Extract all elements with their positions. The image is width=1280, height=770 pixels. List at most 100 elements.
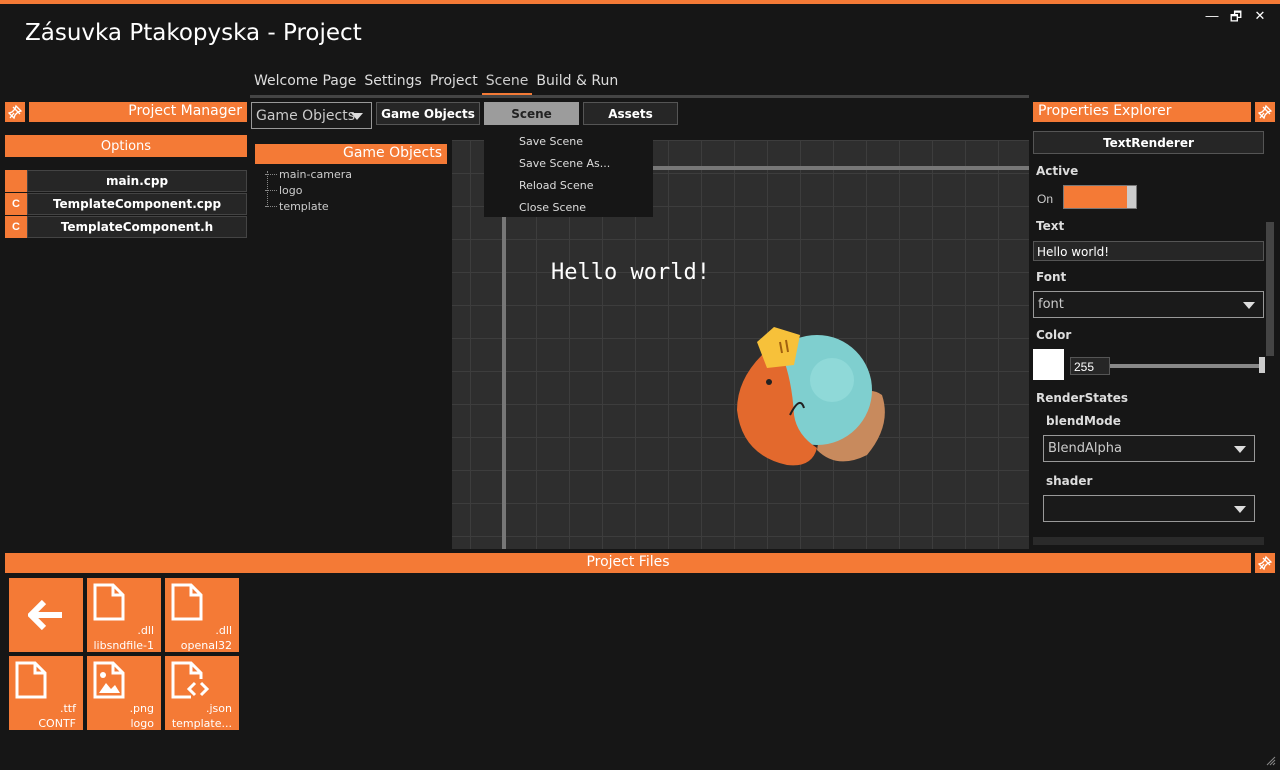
tab-game-objects[interactable]: Game Objects — [376, 102, 480, 125]
file-lang-badge: C — [5, 193, 27, 215]
chevron-down-icon — [1234, 445, 1246, 453]
properties-scrollbar[interactable] — [1266, 222, 1274, 356]
shader-select[interactable] — [1043, 495, 1255, 522]
file-name[interactable]: main.cpp — [27, 170, 247, 192]
menu-settings[interactable]: Settings — [360, 71, 425, 96]
pin-icon[interactable] — [1255, 553, 1275, 573]
pin-icon[interactable] — [1255, 102, 1275, 122]
active-value: On — [1037, 192, 1054, 206]
shader-label: shader — [1046, 474, 1093, 488]
window-title: Zásuvka Ptakopyska - Project — [25, 20, 362, 46]
file-name: openal32 — [180, 639, 232, 652]
file-name: template... — [171, 717, 232, 730]
tree-item[interactable]: main-camera — [265, 166, 352, 182]
font-label: Font — [1036, 270, 1067, 284]
file-ext: .json — [206, 702, 232, 715]
view-select[interactable]: Game Objects — [251, 102, 372, 129]
file-tile[interactable]: .dll openal32 — [165, 578, 239, 652]
text-label: Text — [1036, 219, 1065, 233]
project-manager-header: Project Manager — [29, 102, 247, 122]
hello-world-text[interactable]: Hello world! — [551, 260, 710, 285]
main-menu-bar: Welcome Page Settings Project Scene Buil… — [250, 71, 622, 96]
component-header[interactable]: TextRenderer — [1033, 131, 1264, 154]
minimize-button[interactable]: — — [1204, 8, 1220, 23]
menu-item-reload-scene[interactable]: Reload Scene — [484, 174, 653, 196]
blend-mode-value: BlendAlpha — [1048, 441, 1122, 456]
file-ext: .dll — [137, 624, 154, 637]
file-ext: .ttf — [60, 702, 76, 715]
image-file-icon — [93, 661, 125, 699]
active-label: Active — [1036, 164, 1079, 178]
tree-item-label: template — [279, 199, 329, 213]
file-ext: .png — [129, 702, 154, 715]
project-files-header: Project Files — [5, 553, 1251, 573]
file-tile[interactable]: .ttf CONTF — [9, 656, 83, 730]
restore-button[interactable]: 🗗 — [1228, 8, 1244, 30]
active-toggle[interactable] — [1063, 185, 1137, 209]
pin-icon[interactable] — [5, 102, 25, 122]
back-button[interactable] — [9, 578, 83, 652]
file-lang-badge — [5, 170, 27, 192]
text-input[interactable]: Hello world! — [1033, 241, 1264, 261]
platypus-logo-icon[interactable] — [722, 320, 892, 470]
chevron-down-icon — [1234, 505, 1246, 513]
properties-explorer-header: Properties Explorer — [1033, 102, 1251, 122]
color-slider-track[interactable] — [1110, 364, 1262, 368]
tree-item[interactable]: logo — [265, 182, 352, 198]
close-button[interactable]: ✕ — [1252, 8, 1268, 24]
tree-item-label: main-camera — [279, 167, 352, 181]
project-file-row[interactable]: main.cpp — [5, 170, 247, 192]
window-accent-bar — [0, 0, 1280, 4]
file-tile[interactable]: .png logo — [87, 656, 161, 730]
menu-item-save-scene-as[interactable]: Save Scene As... — [484, 152, 653, 174]
menu-welcome-page[interactable]: Welcome Page — [250, 71, 360, 96]
tree-connector — [267, 171, 268, 207]
font-select-value: font — [1038, 297, 1064, 312]
camera-bound-horizontal — [632, 166, 1029, 170]
file-icon — [15, 661, 47, 699]
code-file-icon — [171, 661, 210, 699]
menu-project[interactable]: Project — [426, 71, 482, 96]
game-objects-header: Game Objects — [255, 144, 447, 164]
chevron-down-icon — [1243, 301, 1255, 309]
blend-mode-select[interactable]: BlendAlpha — [1043, 435, 1255, 462]
tree-item[interactable]: template — [265, 198, 352, 214]
file-icon — [171, 583, 203, 621]
view-select-value: Game Objects — [256, 107, 356, 124]
font-select[interactable]: font — [1033, 291, 1264, 318]
project-file-row[interactable]: C TemplateComponent.cpp — [5, 193, 247, 215]
color-swatch[interactable] — [1033, 349, 1064, 380]
scene-context-menu: Save Scene Save Scene As... Reload Scene… — [484, 126, 653, 217]
menu-build-run[interactable]: Build & Run — [532, 71, 622, 96]
chevron-down-icon — [351, 112, 363, 120]
file-name: logo — [130, 717, 155, 730]
file-name[interactable]: TemplateComponent.h — [27, 216, 247, 238]
menu-scene[interactable]: Scene — [481, 71, 533, 96]
game-object-tree: main-camera logo template — [265, 166, 352, 214]
color-slider-handle[interactable] — [1259, 357, 1265, 373]
file-lang-badge: C — [5, 216, 27, 238]
color-label: Color — [1036, 328, 1072, 342]
file-name: CONTF — [38, 717, 76, 730]
file-tile[interactable]: .json template... — [165, 656, 239, 730]
color-value-input[interactable]: 255 — [1070, 357, 1110, 375]
properties-overflow-edge — [1033, 537, 1264, 545]
menu-item-save-scene[interactable]: Save Scene — [484, 130, 653, 152]
back-arrow-icon — [28, 600, 62, 630]
tab-scene[interactable]: Scene — [484, 102, 579, 125]
render-states-label: RenderStates — [1036, 391, 1129, 405]
blend-mode-label: blendMode — [1046, 414, 1121, 428]
color-slider-fill — [1110, 364, 1262, 368]
file-tile[interactable]: .dll libsndfile-1 — [87, 578, 161, 652]
tab-assets[interactable]: Assets — [583, 102, 678, 125]
file-ext: .dll — [215, 624, 232, 637]
options-button[interactable]: Options — [5, 135, 247, 157]
tree-item-label: logo — [279, 183, 303, 197]
menu-item-close-scene[interactable]: Close Scene — [484, 196, 653, 218]
file-name: libsndfile-1 — [93, 639, 155, 652]
resize-grip-icon[interactable] — [1266, 756, 1276, 766]
project-file-row[interactable]: C TemplateComponent.h — [5, 216, 247, 238]
toggle-knob — [1127, 186, 1136, 208]
menu-divider — [250, 95, 1029, 98]
file-name[interactable]: TemplateComponent.cpp — [27, 193, 247, 215]
